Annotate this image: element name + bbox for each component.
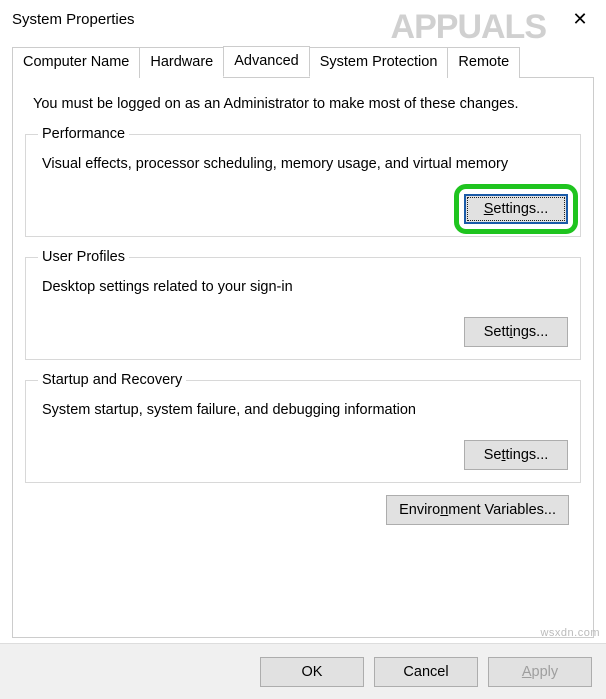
startup-recovery-legend: Startup and Recovery (38, 372, 186, 388)
admin-notice: You must be logged on as an Administrato… (33, 96, 581, 112)
user-profiles-legend: User Profiles (38, 249, 129, 265)
performance-legend: Performance (38, 126, 129, 142)
startup-recovery-group: Startup and Recovery System startup, sys… (25, 372, 581, 483)
close-button[interactable]: ✕ (558, 4, 602, 34)
close-icon: ✕ (572, 9, 587, 30)
cancel-button[interactable]: Cancel (374, 657, 478, 687)
tab-remote[interactable]: Remote (447, 47, 520, 78)
performance-group: Performance Visual effects, processor sc… (25, 126, 581, 237)
dialog-button-bar: OK Cancel Apply (0, 643, 606, 699)
tab-panel-advanced: You must be logged on as an Administrato… (12, 78, 594, 638)
titlebar: System Properties ✕ (0, 0, 606, 38)
environment-variables-button[interactable]: Environment Variables... (386, 495, 569, 525)
tab-computer-name[interactable]: Computer Name (12, 47, 140, 78)
user-profiles-group: User Profiles Desktop settings related t… (25, 249, 581, 360)
tab-strip: Computer Name Hardware Advanced System P… (12, 46, 594, 78)
tab-hardware[interactable]: Hardware (139, 47, 224, 78)
user-profiles-settings-button[interactable]: Settings... (464, 317, 568, 347)
performance-desc: Visual effects, processor scheduling, me… (42, 156, 568, 172)
user-profiles-desc: Desktop settings related to your sign-in (42, 279, 568, 295)
tabs-container: Computer Name Hardware Advanced System P… (0, 38, 606, 638)
tab-system-protection[interactable]: System Protection (309, 47, 449, 78)
ok-button[interactable]: OK (260, 657, 364, 687)
startup-recovery-settings-button[interactable]: Settings... (464, 440, 568, 470)
startup-recovery-desc: System startup, system failure, and debu… (42, 402, 568, 418)
tab-advanced[interactable]: Advanced (223, 46, 310, 77)
window-title: System Properties (12, 11, 135, 28)
performance-settings-button[interactable]: Settings... (464, 194, 568, 224)
apply-button[interactable]: Apply (488, 657, 592, 687)
watermark-source: wsxdn.com (540, 627, 600, 639)
system-properties-window: System Properties ✕ APPUALS Computer Nam… (0, 0, 606, 699)
